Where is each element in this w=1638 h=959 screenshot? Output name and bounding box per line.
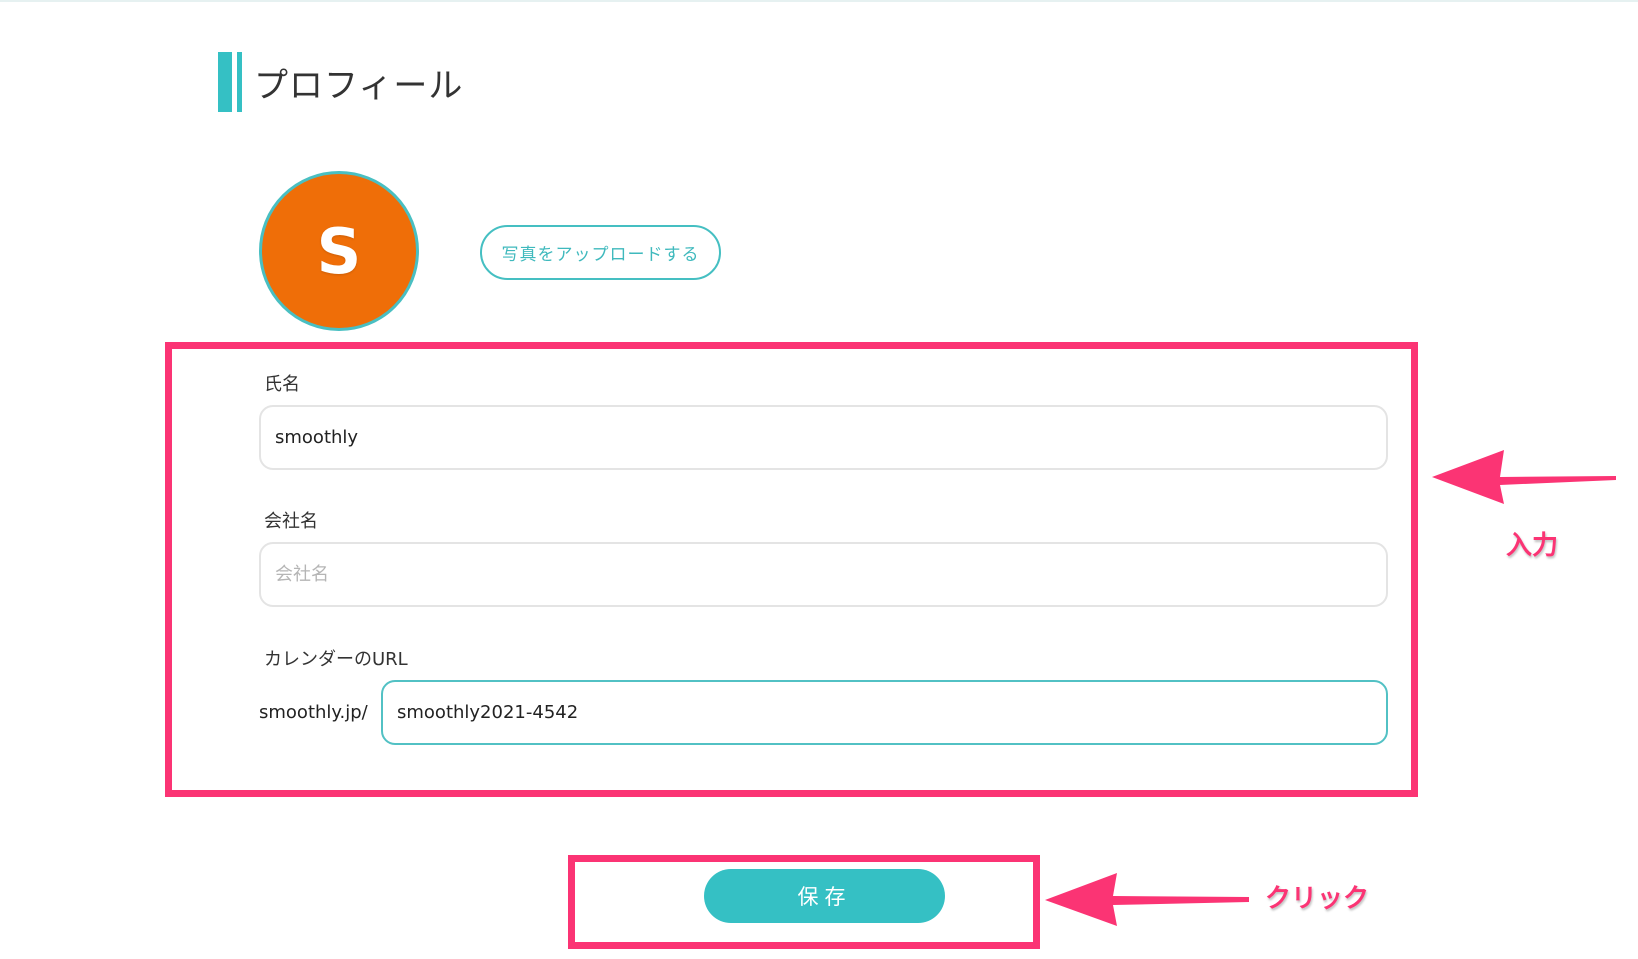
avatar: S <box>259 171 419 331</box>
section-heading: プロフィール <box>218 52 463 112</box>
page-title: プロフィール <box>254 65 464 106</box>
save-highlight-box <box>568 855 1040 949</box>
input-arrow-icon <box>1432 450 1616 504</box>
top-border <box>0 0 1638 2</box>
click-arrow-icon <box>1045 873 1249 926</box>
click-annotation-label: クリック <box>1265 884 1370 914</box>
input-annotation-label: 入力 <box>1506 531 1559 561</box>
upload-photo-button[interactable]: 写真をアップロードする <box>480 225 721 280</box>
input-highlight-box <box>165 342 1418 797</box>
avatar-initial: S <box>316 214 362 288</box>
heading-accent-bar <box>218 52 242 112</box>
